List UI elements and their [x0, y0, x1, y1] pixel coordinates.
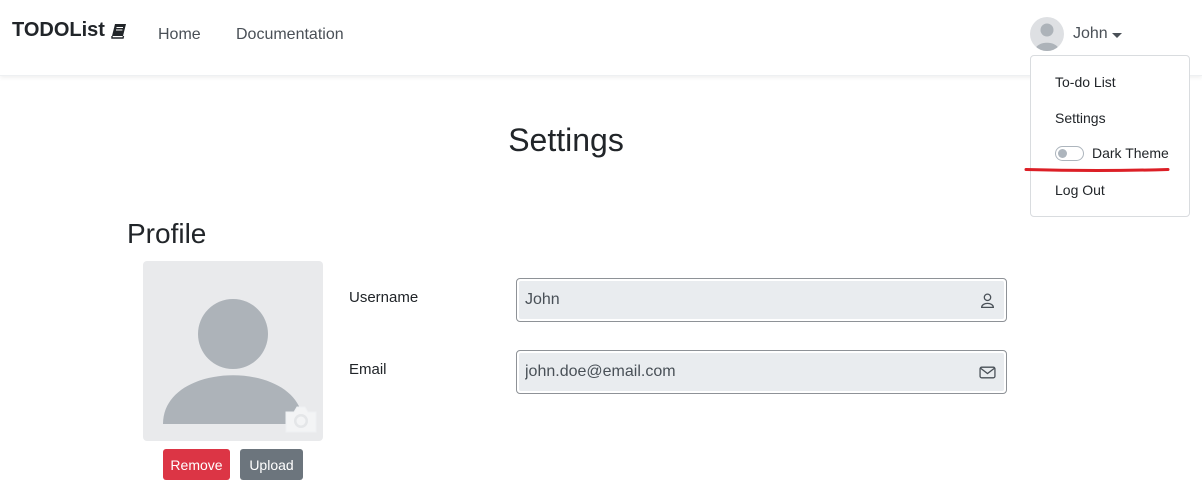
caret-down-icon	[1111, 32, 1122, 38]
dropdown-item-todo-list[interactable]: To-do List	[1055, 74, 1116, 90]
username-label: Username	[349, 289, 419, 306]
navbar: TODOList Home Documentation John	[0, 0, 1202, 76]
dropdown-item-log-out[interactable]: Log Out	[1055, 182, 1105, 198]
email-label: Email	[349, 361, 387, 378]
page-title: Settings	[508, 122, 624, 158]
nav-link-home[interactable]: Home	[158, 26, 201, 44]
nav-link-documentation[interactable]: Documentation	[236, 26, 344, 44]
upload-button[interactable]: Upload	[240, 449, 303, 480]
user-menu-toggle[interactable]: John	[1030, 17, 1122, 51]
section-title-profile: Profile	[127, 218, 207, 249]
camera-icon[interactable]	[283, 404, 319, 434]
email-input[interactable]	[525, 353, 979, 391]
username-field[interactable]	[516, 278, 1007, 322]
highlight-underline	[1024, 168, 1170, 172]
username-input[interactable]	[525, 281, 979, 319]
brand[interactable]: TODOList	[12, 19, 128, 42]
user-icon	[981, 292, 994, 308]
remove-button[interactable]: Remove	[163, 449, 230, 480]
envelope-icon	[979, 366, 996, 378]
email-field[interactable]	[516, 350, 1007, 394]
user-name: John	[1073, 25, 1108, 42]
user-avatar-icon	[1030, 17, 1064, 51]
brand-text: TODOList	[12, 19, 105, 41]
book-icon	[111, 23, 126, 39]
